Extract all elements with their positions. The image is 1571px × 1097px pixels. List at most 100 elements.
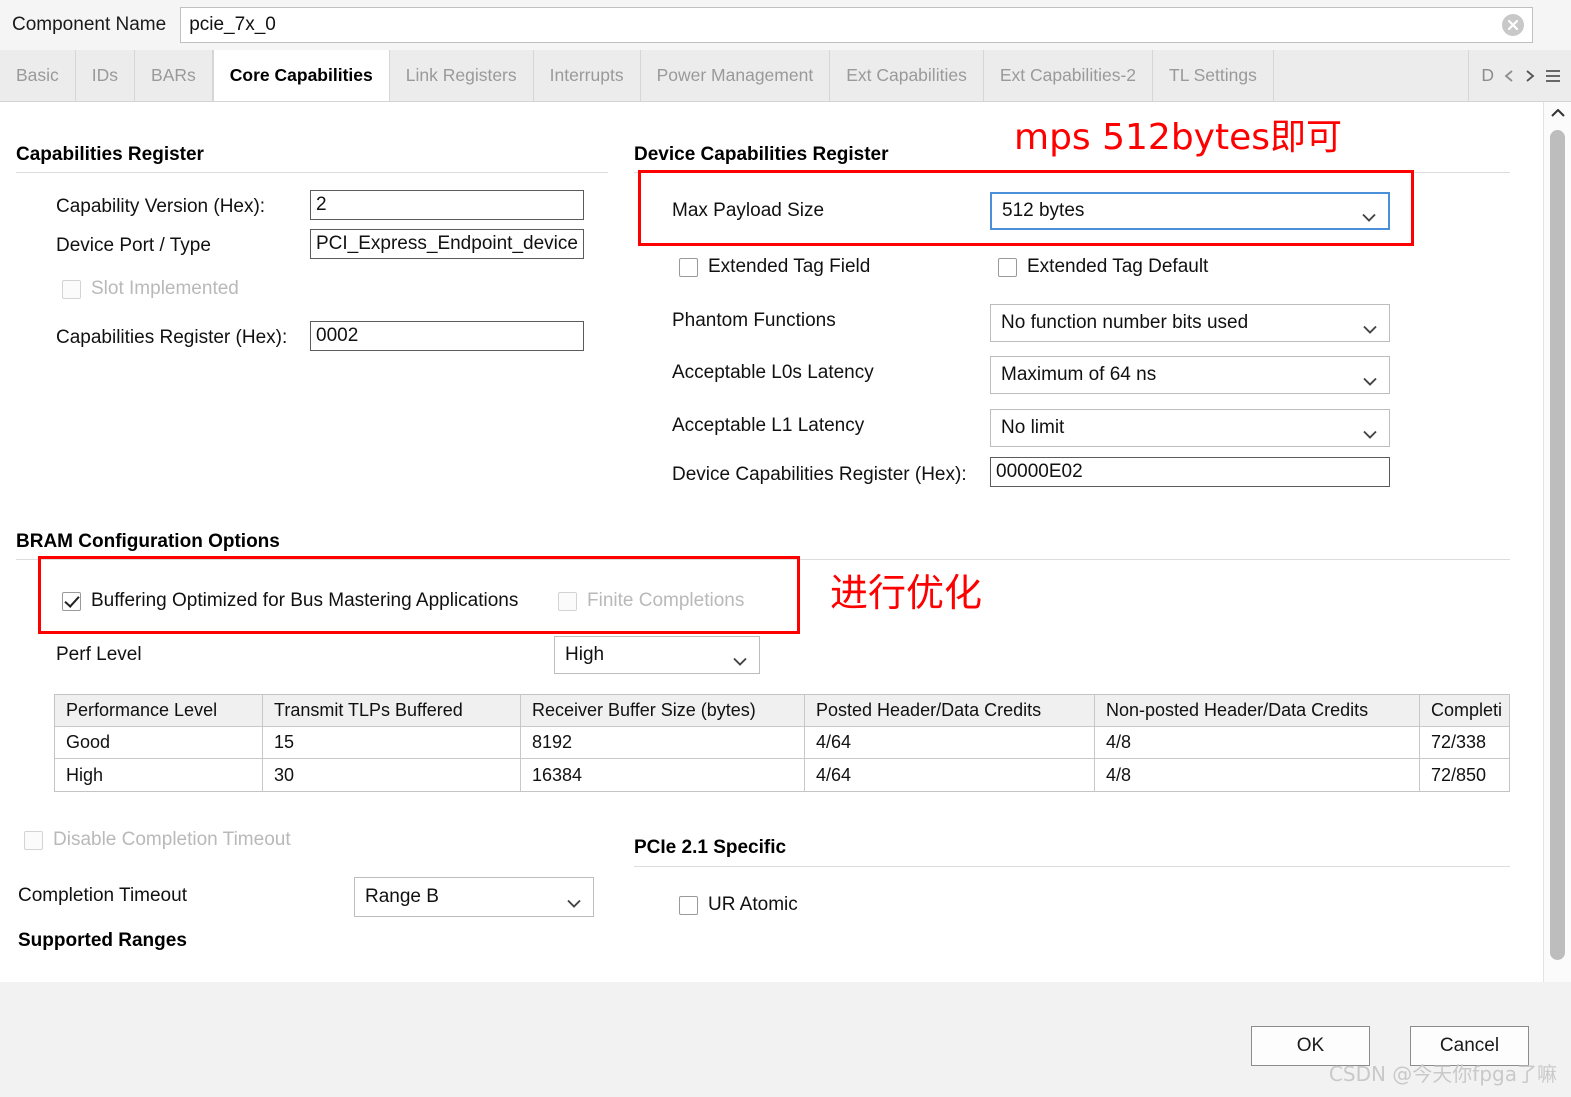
tab-ext-capabilities[interactable]: Ext Capabilities	[830, 50, 984, 101]
tab-label: Ext Capabilities-2	[999, 65, 1136, 85]
table-cell: 4/8	[1095, 759, 1420, 791]
extended-tag-default-checkbox-row[interactable]: Extended Tag Default	[998, 256, 1208, 278]
ip-customization-dialog: Component Name Basic IDs BARs Core Capab…	[0, 0, 1571, 1097]
acceptable-l1-latency-label: Acceptable L1 Latency	[672, 415, 865, 436]
phantom-functions-value: No function number bits used	[1001, 312, 1249, 333]
bram-configuration-options-title: BRAM Configuration Options	[16, 531, 280, 552]
disable-completion-timeout-checkbox-row[interactable]: Disable Completion Timeout	[24, 829, 291, 851]
acceptable-l0s-latency-select[interactable]: Maximum of 64 ns	[990, 356, 1390, 394]
capability-version-input[interactable]: 2	[310, 190, 584, 220]
supported-ranges-title: Supported Ranges	[18, 930, 187, 951]
perf-level-value: High	[565, 644, 605, 665]
pcie-21-specific-divider	[634, 866, 1510, 867]
acceptable-l1-latency-select[interactable]: No limit	[990, 409, 1390, 447]
perf-level-label: Perf Level	[56, 644, 142, 665]
component-name-input-wrapper	[180, 7, 1533, 43]
acceptable-l0s-latency-label: Acceptable L0s Latency	[672, 362, 874, 383]
tab-core-capabilities[interactable]: Core Capabilities	[212, 50, 390, 101]
table-cell: Good	[55, 727, 263, 759]
ur-atomic-checkbox-row[interactable]: UR Atomic	[679, 894, 798, 916]
tab-interrupts[interactable]: Interrupts	[533, 50, 641, 101]
chevron-right-icon[interactable]	[1524, 69, 1536, 83]
tab-basic[interactable]: Basic	[0, 50, 76, 101]
acceptable-l0s-latency-value: Maximum of 64 ns	[1001, 364, 1157, 385]
chevron-down-icon	[733, 651, 747, 666]
table-header-cell: Transmit TLPs Buffered	[263, 695, 521, 727]
capabilities-register-divider	[16, 172, 608, 173]
tab-label: TL Settings	[1169, 65, 1257, 85]
tab-bar: Basic IDs BARs Core Capabilities Link Re…	[0, 50, 1571, 102]
capability-version-label: Capability Version (Hex):	[56, 196, 266, 217]
tab-bars[interactable]: BARs	[135, 50, 213, 101]
performance-level-table: Performance Level Transmit TLPs Buffered…	[54, 694, 1510, 792]
chevron-left-icon[interactable]	[1503, 69, 1515, 83]
table-cell: 30	[263, 759, 521, 791]
tab-tl-settings[interactable]: TL Settings	[1153, 50, 1274, 101]
capabilities-register-hex-input[interactable]: 0002	[310, 321, 584, 351]
tab-label: Interrupts	[549, 65, 624, 85]
phantom-functions-select[interactable]: No function number bits used	[990, 304, 1390, 342]
content-area: Capabilities Register Capability Version…	[0, 102, 1571, 982]
tab-ids[interactable]: IDs	[75, 50, 136, 101]
disable-completion-timeout-checkbox[interactable]	[24, 830, 43, 850]
vertical-scrollbar[interactable]	[1543, 102, 1571, 982]
perf-level-select[interactable]: High	[554, 636, 760, 674]
vertical-scrollbar-thumb[interactable]	[1550, 130, 1565, 960]
bram-configuration-divider	[16, 559, 1510, 560]
tab-ext-capabilities-2[interactable]: Ext Capabilities-2	[983, 50, 1153, 101]
max-payload-size-select[interactable]: 512 bytes	[990, 192, 1390, 230]
table-header-cell: Non-posted Header/Data Credits	[1095, 695, 1420, 727]
device-capabilities-register-divider	[634, 172, 1510, 173]
component-name-label: Component Name	[12, 14, 167, 35]
close-circle-icon[interactable]	[1502, 14, 1524, 36]
device-port-type-label: Device Port / Type	[56, 235, 211, 256]
buffering-optimized-checkbox-row[interactable]: Buffering Optimized for Bus Mastering Ap…	[62, 590, 518, 612]
finite-completions-checkbox-row[interactable]: Finite Completions	[558, 590, 744, 612]
hamburger-menu-icon[interactable]	[1545, 69, 1561, 83]
device-capabilities-register-hex-input[interactable]: 00000E02	[990, 457, 1390, 487]
capabilities-register-title: Capabilities Register	[16, 144, 204, 165]
component-name-input[interactable]	[181, 8, 1532, 42]
disable-completion-timeout-label: Disable Completion Timeout	[53, 829, 291, 850]
chevron-down-icon	[1363, 371, 1377, 386]
tab-link-registers[interactable]: Link Registers	[389, 50, 534, 101]
table-cell: 4/8	[1095, 727, 1420, 759]
device-capabilities-register-title: Device Capabilities Register	[634, 144, 889, 165]
tab-power-management[interactable]: Power Management	[640, 50, 831, 101]
device-capabilities-register-hex-label: Device Capabilities Register (Hex):	[672, 464, 967, 485]
tab-label: Ext Capabilities	[846, 65, 967, 85]
slot-implemented-checkbox-row[interactable]: Slot Implemented	[62, 278, 239, 300]
tab-overflow-controls: D	[1468, 50, 1571, 101]
dialog-footer: OK Cancel CSDN @今天你fpga了嘛	[0, 982, 1571, 1097]
extended-tag-field-checkbox[interactable]	[679, 257, 698, 277]
extended-tag-field-checkbox-row[interactable]: Extended Tag Field	[679, 256, 870, 278]
table-cell: 16384	[521, 759, 805, 791]
buffering-optimized-checkbox[interactable]	[62, 591, 81, 611]
device-port-type-input[interactable]: PCI_Express_Endpoint_device	[310, 229, 584, 259]
component-name-bar: Component Name	[0, 0, 1571, 50]
table-cell: 8192	[521, 727, 805, 759]
watermark-text: CSDN @今天你fpga了嘛	[1328, 1062, 1557, 1086]
finite-completions-checkbox[interactable]	[558, 591, 577, 611]
tab-label: Link Registers	[405, 65, 517, 85]
pcie-21-specific-title: PCIe 2.1 Specific	[634, 837, 787, 858]
slot-implemented-label: Slot Implemented	[91, 278, 239, 299]
table-row[interactable]: High 30 16384 4/64 4/8 72/850	[55, 759, 1509, 791]
chevron-up-icon[interactable]	[1544, 102, 1571, 124]
table-row[interactable]: Good 15 8192 4/64 4/8 72/338	[55, 727, 1509, 759]
extended-tag-default-label: Extended Tag Default	[1027, 256, 1209, 277]
table-header-cell: Completi	[1420, 695, 1509, 727]
chevron-down-icon	[1362, 207, 1376, 222]
extended-tag-field-label: Extended Tag Field	[708, 256, 871, 277]
max-payload-size-label: Max Payload Size	[672, 200, 825, 221]
table-header-cell: Posted Header/Data Credits	[805, 695, 1095, 727]
acceptable-l1-latency-value: No limit	[1001, 417, 1065, 438]
extended-tag-default-checkbox[interactable]	[998, 257, 1017, 277]
table-header-cell: Receiver Buffer Size (bytes)	[521, 695, 805, 727]
capabilities-register-hex-label: Capabilities Register (Hex):	[56, 327, 288, 348]
tab-partial-label: D	[1481, 65, 1494, 85]
slot-implemented-checkbox[interactable]	[62, 279, 81, 299]
ur-atomic-checkbox[interactable]	[679, 895, 698, 915]
chevron-down-icon	[1363, 424, 1377, 439]
completion-timeout-select[interactable]: Range B	[354, 877, 594, 917]
